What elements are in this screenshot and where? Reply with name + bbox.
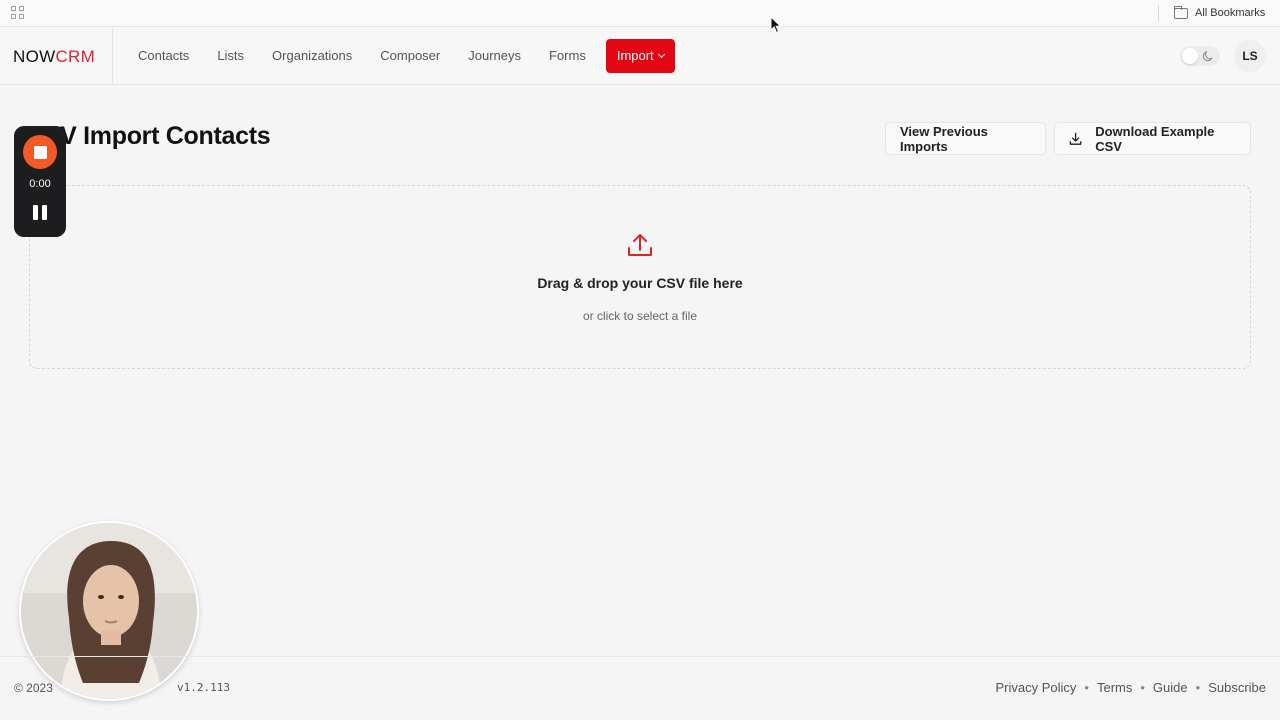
webcam-feed-image: [21, 523, 197, 699]
main-nav: Contacts Lists Organizations Composer Jo…: [124, 39, 675, 73]
all-bookmarks-button[interactable]: All Bookmarks: [1174, 5, 1265, 21]
chevron-down-icon: [657, 50, 665, 59]
stop-recording-button[interactable]: [23, 135, 57, 169]
footer-privacy-link[interactable]: Privacy Policy: [995, 680, 1076, 695]
download-example-csv-button[interactable]: Download Example CSV: [1054, 122, 1251, 155]
dropzone-title: Drag & drop your CSV file here: [537, 275, 743, 291]
download-example-csv-label: Download Example CSV: [1095, 123, 1215, 154]
navbar-divider: [112, 28, 113, 84]
screen-recorder-widget: 0:00: [14, 126, 66, 237]
mouse-cursor-icon: [770, 16, 782, 34]
dark-mode-toggle[interactable]: [1180, 46, 1220, 66]
footer-copyright: © 2023: [14, 681, 53, 695]
folder-icon: [1174, 5, 1188, 19]
logo-crm-text: CRM: [55, 47, 96, 66]
apps-grid-icon[interactable]: [11, 6, 24, 19]
logo-now-text: NOW: [13, 47, 56, 66]
nav-contacts[interactable]: Contacts: [124, 39, 203, 73]
nav-import-label: Import: [616, 48, 654, 63]
recording-timer: 0:00: [29, 178, 51, 190]
nav-import-dropdown[interactable]: Import: [605, 39, 675, 73]
app-logo[interactable]: NOWCRM: [13, 47, 95, 67]
footer-terms-link[interactable]: Terms: [1097, 680, 1132, 695]
footer-guide-link[interactable]: Guide: [1153, 680, 1188, 695]
footer-subscribe-link[interactable]: Subscribe: [1208, 680, 1266, 695]
footer-separator: •: [1084, 680, 1089, 695]
footer-links: Privacy Policy • Terms • Guide • Subscri…: [995, 680, 1266, 695]
moon-icon: [1202, 51, 1213, 62]
bookmarks-divider: [1158, 5, 1159, 21]
nav-composer[interactable]: Composer: [366, 39, 454, 73]
view-previous-imports-button[interactable]: View Previous Imports: [885, 122, 1046, 155]
footer-separator: •: [1140, 680, 1145, 695]
toggle-knob: [1182, 48, 1198, 64]
top-navbar: NOWCRM Contacts Lists Organizations Comp…: [0, 28, 1280, 85]
nav-journeys[interactable]: Journeys: [454, 39, 535, 73]
download-icon: [1069, 132, 1082, 145]
view-previous-imports-label: View Previous Imports: [900, 123, 988, 154]
footer-separator: •: [1195, 680, 1201, 695]
all-bookmarks-label: All Bookmarks: [1195, 7, 1266, 19]
nav-forms[interactable]: Forms: [535, 39, 600, 73]
app-version: v1.2.113: [177, 681, 230, 694]
dropzone-subtitle: or click to select a file: [582, 309, 698, 323]
footer-divider: [0, 656, 1280, 657]
nav-lists[interactable]: Lists: [203, 39, 258, 73]
browser-bookmarks-bar: All Bookmarks: [0, 0, 1280, 27]
upload-icon: [628, 234, 652, 256]
nav-organizations[interactable]: Organizations: [258, 39, 366, 73]
pause-recording-button[interactable]: [33, 205, 47, 220]
webcam-bubble[interactable]: [19, 521, 199, 701]
stop-icon: [33, 145, 47, 159]
user-avatar[interactable]: LS: [1234, 40, 1266, 72]
